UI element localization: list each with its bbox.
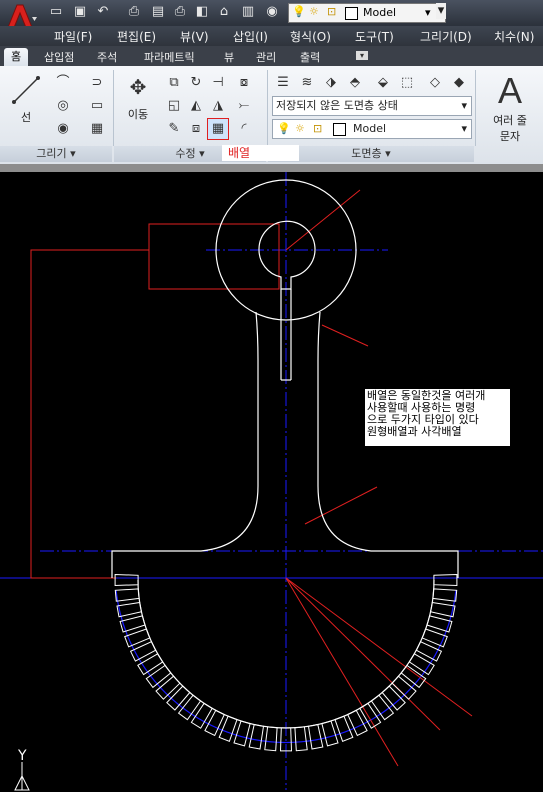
- stretch-icon[interactable]: ◱: [163, 95, 185, 117]
- tab-manage[interactable]: 관리: [256, 49, 276, 65]
- chevron-down-icon: ▾: [461, 122, 467, 135]
- multiline-text-tool[interactable]: A 여러 줄 문자: [480, 70, 540, 144]
- tab-home[interactable]: 홈: [4, 48, 28, 66]
- erase-icon[interactable]: ⧇: [233, 72, 255, 94]
- layer-match-icon[interactable]: ⬗: [320, 72, 342, 94]
- move-label: 이동: [127, 108, 149, 121]
- menu-file[interactable]: 파일(F): [54, 28, 92, 45]
- menu-draw[interactable]: 그리기(D): [420, 28, 472, 45]
- draw-panel-title[interactable]: 그리기 ▾: [0, 146, 112, 162]
- drawing-canvas[interactable]: Y: [0, 172, 543, 792]
- fillet-icon[interactable]: ⤚: [233, 95, 255, 117]
- tab-parametric[interactable]: 파라메트릭: [144, 49, 195, 65]
- circle-icon[interactable]: ◎: [52, 95, 74, 117]
- lock-icon: ⊡: [327, 5, 337, 18]
- current-layer-dropdown[interactable]: 💡 ☼ ⊡ Model ▾: [272, 119, 472, 139]
- menu-dimension[interactable]: 치수(N): [494, 28, 534, 45]
- layer-state-icon[interactable]: ≋: [296, 72, 318, 94]
- print-icon[interactable]: ⎙: [126, 4, 142, 20]
- trim-icon[interactable]: ⊣: [207, 72, 229, 94]
- offset-icon[interactable]: ⧈: [185, 118, 207, 140]
- array-tooltip: 배열: [222, 145, 299, 161]
- panel-divider: [475, 70, 476, 146]
- line-tool[interactable]: 선: [8, 72, 44, 124]
- grid-hatch-icon[interactable]: ▦: [86, 118, 108, 140]
- panel-divider: [267, 70, 268, 146]
- move-tool[interactable]: ✥ 이동: [118, 72, 158, 124]
- layer-name: Model: [363, 6, 397, 19]
- layer-unisolate-icon[interactable]: ⬚: [396, 72, 418, 94]
- lock-icon: ⊡: [313, 122, 323, 135]
- pencil-icon[interactable]: ✎: [163, 118, 185, 140]
- publish-icon[interactable]: ▤: [150, 4, 166, 20]
- layers-panel-title-text: 도면층: [351, 147, 382, 160]
- text-a-icon: A: [497, 70, 522, 111]
- lightbulb-icon: 💡: [277, 122, 291, 135]
- quick-access-toolbar: ▭ ▣ ↶ ⎙ ▤ ⎙ ◧ ⌂ ▥ ◉ 💡 ☼ ⊡ Model ▾ ▾: [0, 0, 543, 36]
- hatch-icon[interactable]: ⊃: [86, 72, 108, 94]
- drawing-area-border: [0, 164, 543, 172]
- qat-customize-icon[interactable]: ▾: [436, 3, 446, 19]
- current-layer-value: Model: [353, 122, 387, 135]
- clipboard-icon[interactable]: ▥: [240, 4, 256, 20]
- menu-bar: 파일(F) 편집(E) 뷰(V) 삽입(I) 형식(O) 도구(T) 그리기(D…: [0, 26, 543, 46]
- layer-off-icon[interactable]: ◆: [448, 72, 470, 94]
- multiline-text-label-2: 문자: [499, 130, 521, 143]
- annotation-note: 배열은 동일한것을 여러개 사용할때 사용하는 명령 으로 두가지 타입이 있다…: [365, 389, 510, 446]
- sun-icon: ☼: [309, 5, 319, 18]
- menu-view[interactable]: 뷰(V): [180, 28, 209, 45]
- color-swatch: [345, 7, 358, 20]
- sun-icon: ☼: [295, 122, 305, 135]
- mirror-icon[interactable]: ◮: [207, 95, 229, 117]
- move-icon: ✥: [129, 75, 147, 99]
- modify-panel-title-text: 수정: [175, 147, 196, 160]
- open-icon[interactable]: ▭: [48, 4, 64, 20]
- line-icon: [12, 76, 40, 104]
- layer-state-value: 저장되지 않은 도면층 상태: [276, 99, 398, 112]
- tab-view[interactable]: 뷰: [224, 49, 234, 65]
- line-label: 선: [20, 111, 32, 124]
- undo-icon[interactable]: ↶: [95, 4, 111, 20]
- properties-icon[interactable]: ◧: [194, 4, 210, 20]
- menu-format[interactable]: 형식(O): [290, 28, 331, 45]
- tab-annotate[interactable]: 주석: [97, 49, 117, 65]
- color-swatch: [333, 123, 346, 136]
- draw-panel-title-text: 그리기: [36, 147, 67, 160]
- panel-divider: [113, 70, 114, 146]
- rotate-icon[interactable]: ↻: [185, 72, 207, 94]
- menu-edit[interactable]: 편집(E): [117, 28, 156, 45]
- array-icon[interactable]: ▦: [207, 118, 229, 140]
- eye-icon[interactable]: ◉: [264, 4, 280, 20]
- tab-output[interactable]: 출력: [300, 49, 320, 65]
- note-line: 원형배열과 사각배열: [367, 425, 462, 438]
- lightbulb-icon: 💡: [292, 5, 306, 18]
- menu-tools[interactable]: 도구(T): [355, 28, 394, 45]
- layer-freeze-icon[interactable]: ◇: [424, 72, 446, 94]
- copy-icon[interactable]: ⧉: [163, 72, 185, 94]
- ellipse-icon[interactable]: ◉: [52, 118, 74, 140]
- chevron-down-icon: ▾: [425, 6, 431, 19]
- tab-insert[interactable]: 삽입점: [44, 49, 74, 65]
- layer-state-dropdown[interactable]: 저장되지 않은 도면층 상태 ▾: [272, 96, 472, 116]
- match-properties-icon[interactable]: ⌂: [216, 4, 232, 20]
- rectangle-icon[interactable]: ▭: [86, 95, 108, 117]
- layer-isolate-icon[interactable]: ⬙: [372, 72, 394, 94]
- scale-icon[interactable]: ◭: [185, 95, 207, 117]
- multiline-text-label: 여러 줄: [493, 114, 527, 127]
- ribbon-minimize-icon[interactable]: ▾: [356, 51, 368, 60]
- explode-icon[interactable]: ◜: [233, 118, 255, 140]
- polyline-icon[interactable]: ⌒: [52, 72, 74, 94]
- chevron-down-icon: ▾: [461, 99, 467, 112]
- ribbon-tabs: 홈 삽입점 주석 파라메트릭 뷰 관리 출력 ▾: [0, 46, 543, 66]
- layer-properties-icon[interactable]: ☰: [272, 72, 294, 94]
- layer-previous-icon[interactable]: ⬘: [344, 72, 366, 94]
- save-icon[interactable]: ▣: [72, 4, 88, 20]
- ucs-y-label: Y: [17, 748, 27, 764]
- layer-dropdown[interactable]: 💡 ☼ ⊡ Model ▾: [288, 3, 446, 23]
- menu-insert[interactable]: 삽입(I): [233, 28, 268, 45]
- plot-preview-icon[interactable]: ⎙: [172, 4, 188, 20]
